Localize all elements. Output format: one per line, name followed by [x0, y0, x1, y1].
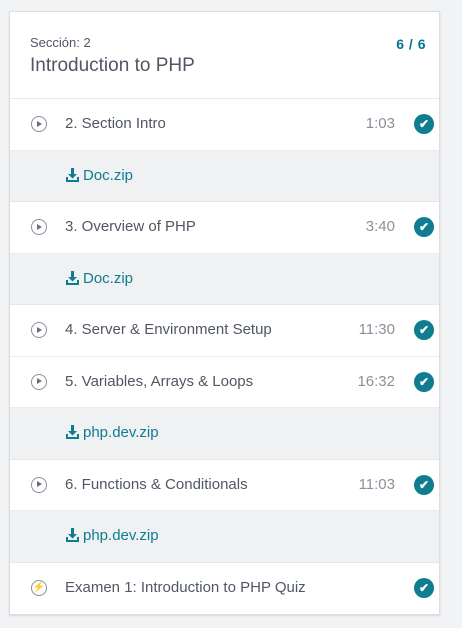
- check-circle-icon[interactable]: ✔: [414, 371, 434, 392]
- play-circle-icon[interactable]: [31, 116, 47, 132]
- check-circle-icon[interactable]: ✔: [414, 320, 434, 340]
- lecture-item[interactable]: 3. Overview of PHP 3:40 ✔: [10, 202, 439, 254]
- download-icon[interactable]: [66, 167, 79, 182]
- lecture-duration: 16:32: [357, 372, 395, 390]
- lecture-title: 2. Section Intro: [65, 115, 166, 132]
- resource-row: Doc.zip: [10, 253, 439, 305]
- lecture-item[interactable]: 4. Server & Environment Setup 11:30 ✔: [10, 305, 439, 357]
- lecture-title: 3. Overview of PHP: [65, 218, 196, 235]
- download-icon[interactable]: [66, 425, 79, 439]
- resource-download-link[interactable]: php.dev.zip: [83, 527, 159, 544]
- play-circle-icon[interactable]: [31, 322, 47, 338]
- lecture-title: 6. Functions & Conditionals: [65, 475, 248, 493]
- lecture-title: 4. Server & Environment Setup: [65, 321, 272, 338]
- resource-row: php.dev.zip: [10, 408, 439, 460]
- section-label: Sección: 2: [30, 35, 91, 50]
- resource-row: Doc.zip: [10, 150, 439, 202]
- quiz-item[interactable]: ⚡ Examen 1: Introduction to PHP Quiz ✔: [10, 562, 439, 614]
- resource-download-link[interactable]: Doc.zip: [83, 270, 133, 287]
- play-circle-icon[interactable]: [31, 476, 47, 493]
- lecture-duration: 3:40: [365, 218, 395, 235]
- curriculum-section-card: Sección: 2 Introduction to PHP 6 / 6 2. …: [9, 11, 440, 615]
- resource-download-link[interactable]: Doc.zip: [83, 167, 133, 184]
- section-title: Introduction to PHP: [30, 55, 195, 76]
- lecture-item[interactable]: 2. Section Intro 1:03 ✔: [10, 99, 439, 151]
- resource-row: php.dev.zip: [10, 511, 439, 563]
- resource-download-link[interactable]: php.dev.zip: [83, 424, 159, 441]
- download-icon[interactable]: [66, 270, 79, 285]
- check-circle-icon[interactable]: ✔: [414, 577, 434, 598]
- bolt-icon: ⚡: [31, 579, 47, 596]
- section-progress: 6 / 6: [396, 36, 426, 52]
- play-circle-icon[interactable]: [31, 219, 47, 235]
- check-circle-icon[interactable]: ✔: [414, 114, 434, 134]
- lecture-duration: 1:03: [365, 115, 395, 132]
- lecture-title: 5. Variables, Arrays & Loops: [65, 372, 254, 390]
- lecture-item[interactable]: 5. Variables, Arrays & Loops 16:32 ✔: [10, 356, 439, 408]
- quiz-title: Examen 1: Introduction to PHP Quiz: [65, 578, 306, 596]
- lecture-duration: 11:03: [358, 475, 395, 493]
- section-header[interactable]: Sección: 2 Introduction to PHP 6 / 6: [10, 12, 439, 99]
- play-circle-icon[interactable]: [31, 373, 47, 390]
- check-circle-icon[interactable]: ✔: [414, 474, 434, 495]
- lecture-item[interactable]: 6. Functions & Conditionals 11:03 ✔: [10, 459, 439, 511]
- check-circle-icon[interactable]: ✔: [414, 217, 434, 237]
- download-icon[interactable]: [66, 528, 79, 542]
- lecture-duration: 11:30: [358, 321, 395, 338]
